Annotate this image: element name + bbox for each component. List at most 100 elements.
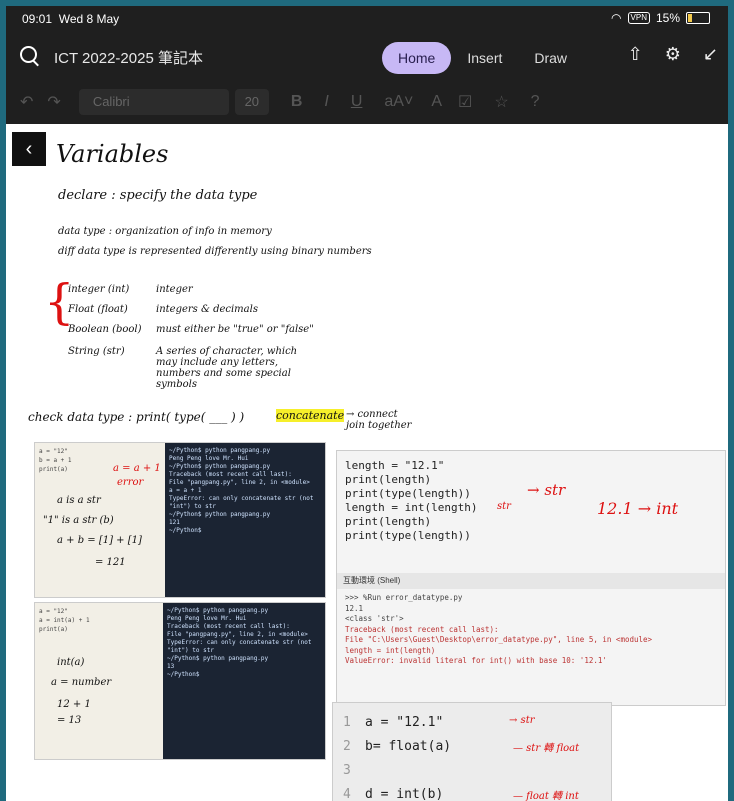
note-datatype-1: data type : organization of info in memo… — [58, 226, 272, 237]
code-line: a = int(a) + 1 — [39, 617, 90, 624]
note-concatenate-desc: → connect join together — [346, 409, 412, 431]
type-float: Float (float) — [68, 304, 128, 315]
type-string-desc: A series of character, which may include… — [156, 346, 298, 390]
shot4-annotation: — float 轉 int — [513, 791, 579, 801]
bold-icon[interactable]: B — [291, 93, 303, 111]
shot3-annotation: 12.1 → int — [597, 499, 679, 518]
shot1-note: a = a + 1 — [113, 463, 161, 474]
code-line: a = "12" — [39, 608, 68, 615]
shot3-annotation: str — [497, 501, 511, 512]
code-line: print(length) — [345, 473, 432, 486]
term-line: ~/Python$ python pangpang.py — [169, 511, 271, 518]
note-concatenate: concatenate — [276, 409, 345, 422]
star-icon[interactable]: ☆ — [494, 92, 508, 112]
term-line: ~/Python$ python pangpang.py — [167, 607, 269, 614]
code-line: print(length) — [345, 515, 432, 528]
shot3-shell: >>> %Run error_datatype.py 12.1 <class '… — [345, 593, 721, 667]
code-screenshot-1[interactable]: a = "12" b = a + 1 print(a) a = a + 1 er… — [34, 442, 326, 598]
underline-icon[interactable]: U — [351, 93, 363, 111]
share-icon[interactable]: ⇧ — [628, 44, 643, 65]
top-icons: ⇧ ⚙ ↙ — [628, 44, 718, 65]
shot4-annotation: → str — [509, 715, 535, 726]
ribbon-tabs: Home Insert Draw — [382, 42, 583, 74]
term-line: ~/Python$ — [169, 527, 202, 534]
term-line: TypeError: can only concatenate str (not… — [169, 495, 314, 510]
shot1-note: "1" is a str (b) — [43, 515, 114, 526]
term-line: Traceback (most recent call last): — [169, 471, 292, 478]
shell-line: length = int(length) — [345, 645, 436, 655]
term-line: Traceback (most recent call last): — [167, 623, 290, 630]
type-boolean: Boolean (bool) — [68, 324, 142, 335]
app-window: 09:01 Wed 8 May ◠ VPN 15% ICT 2022-2025 … — [6, 6, 728, 801]
term-line: Peng Peng love Mr. Hui — [167, 615, 247, 622]
top-bar: ICT 2022-2025 筆記本 Home Insert Draw ⇧ ⚙ ↙ — [6, 34, 728, 78]
type-integer-desc: integer — [156, 284, 193, 295]
note-declare: declare : specify the data type — [58, 188, 258, 203]
term-line: File "pangpang.py", line 2, in <module> — [167, 631, 308, 638]
code-line: print(type(length)) — [345, 487, 471, 500]
term-line: ~/Python$ python pangpang.py — [169, 463, 271, 470]
note-page[interactable]: ‹ Variables declare : specify the data t… — [6, 124, 728, 801]
term-line: File "pangpang.py", line 2, in <module> — [169, 479, 310, 486]
redo-icon[interactable]: ↷ — [47, 92, 60, 112]
code-screenshot-3[interactable]: length = "12.1" print(length) print(type… — [336, 450, 726, 706]
font-size-select[interactable]: 20 — [234, 89, 269, 115]
shell-tab[interactable]: 互動環境 (Shell) — [337, 573, 725, 589]
shot2-note: = 13 — [57, 715, 82, 726]
code-screenshot-4[interactable]: 1a = "12.1" 2 b= float(a) 3 4d = int(b) →… — [332, 702, 612, 801]
tab-insert[interactable]: Insert — [451, 42, 518, 74]
back-button[interactable]: ‹ — [12, 132, 46, 166]
type-boolean-desc: must either be "true" or "false" — [156, 324, 314, 335]
status-time: 09:01 Wed 8 May — [22, 12, 120, 26]
shot4-editor: 1a = "12.1" 2 b= float(a) 3 4d = int(b) — [343, 711, 451, 801]
term-line: 121 — [169, 519, 180, 526]
shot3-editor: length = "12.1" print(length) print(type… — [345, 459, 477, 543]
shot1-note: error — [117, 477, 144, 488]
text-size-icon[interactable]: aA˅ — [384, 93, 413, 111]
font-color-icon[interactable]: A — [431, 93, 442, 111]
shot1-note: = 121 — [95, 557, 126, 568]
shot2-note: 12 + 1 — [57, 699, 91, 710]
shell-line: File "C:\Users\Guest\Desktop\error_datat… — [345, 635, 653, 644]
term-line: ~/Python$ python pangpang.py — [167, 655, 269, 662]
font-family-select[interactable]: Calibri — [78, 89, 229, 115]
shell-line: ValueError: invalid literal for int() wi… — [345, 656, 607, 665]
term-line: ~/Python$ python pangpang.py — [169, 447, 271, 454]
notebook-title[interactable]: ICT 2022-2025 筆記本 — [54, 47, 203, 68]
shot2-note: a = number — [51, 677, 112, 688]
help-icon[interactable]: ? — [531, 93, 540, 111]
term-line: 13 — [167, 663, 175, 670]
code-line: length = int(length) — [345, 501, 478, 514]
vpn-badge: VPN — [627, 12, 650, 24]
type-float-desc: integers & decimals — [156, 304, 258, 315]
shell-line: >>> %Run error_datatype.py — [345, 593, 463, 602]
shell-line: 12.1 — [345, 603, 364, 613]
code-screenshot-2[interactable]: a = "12" a = int(a) + 1 print(a) int(a) … — [34, 602, 326, 760]
code-line: 3 — [343, 763, 351, 778]
code-line: print(a) — [39, 626, 68, 633]
collapse-icon[interactable]: ↙ — [703, 44, 718, 65]
type-string: String (str) — [68, 346, 125, 357]
italic-icon[interactable]: I — [324, 93, 328, 111]
shot1-note: a is a str — [57, 495, 101, 506]
wifi-icon: ◠ — [611, 11, 622, 25]
term-line: Peng Peng love Mr. Hui — [169, 455, 249, 462]
undo-icon[interactable]: ↶ — [20, 92, 33, 112]
note-check-type: check data type : print( type( ___ ) ) — [28, 410, 245, 424]
shot3-annotation: → str — [527, 481, 566, 499]
battery-percent: 15% — [655, 11, 680, 25]
shell-line: Traceback (most recent call last): — [345, 624, 499, 634]
brace-mark: { — [44, 274, 75, 330]
shot2-terminal: ~/Python$ python pangpang.py Peng Peng l… — [163, 603, 325, 759]
tab-home[interactable]: Home — [382, 42, 452, 74]
checkbox-icon[interactable]: ☑ — [458, 92, 472, 112]
search-icon[interactable] — [20, 46, 37, 63]
gear-icon[interactable]: ⚙ — [665, 44, 681, 65]
status-bar: 09:01 Wed 8 May ◠ VPN 15% — [6, 6, 728, 30]
code-line: length = "12.1" — [345, 459, 445, 472]
shot1-note: a + b = [1] + [1] — [57, 535, 142, 546]
tab-draw[interactable]: Draw — [518, 42, 583, 74]
term-line: TypeError: can only concatenate str (not… — [167, 639, 312, 654]
status-right: ◠ VPN 15% — [611, 11, 710, 25]
code-line: 2 b= float(a) — [343, 739, 452, 754]
